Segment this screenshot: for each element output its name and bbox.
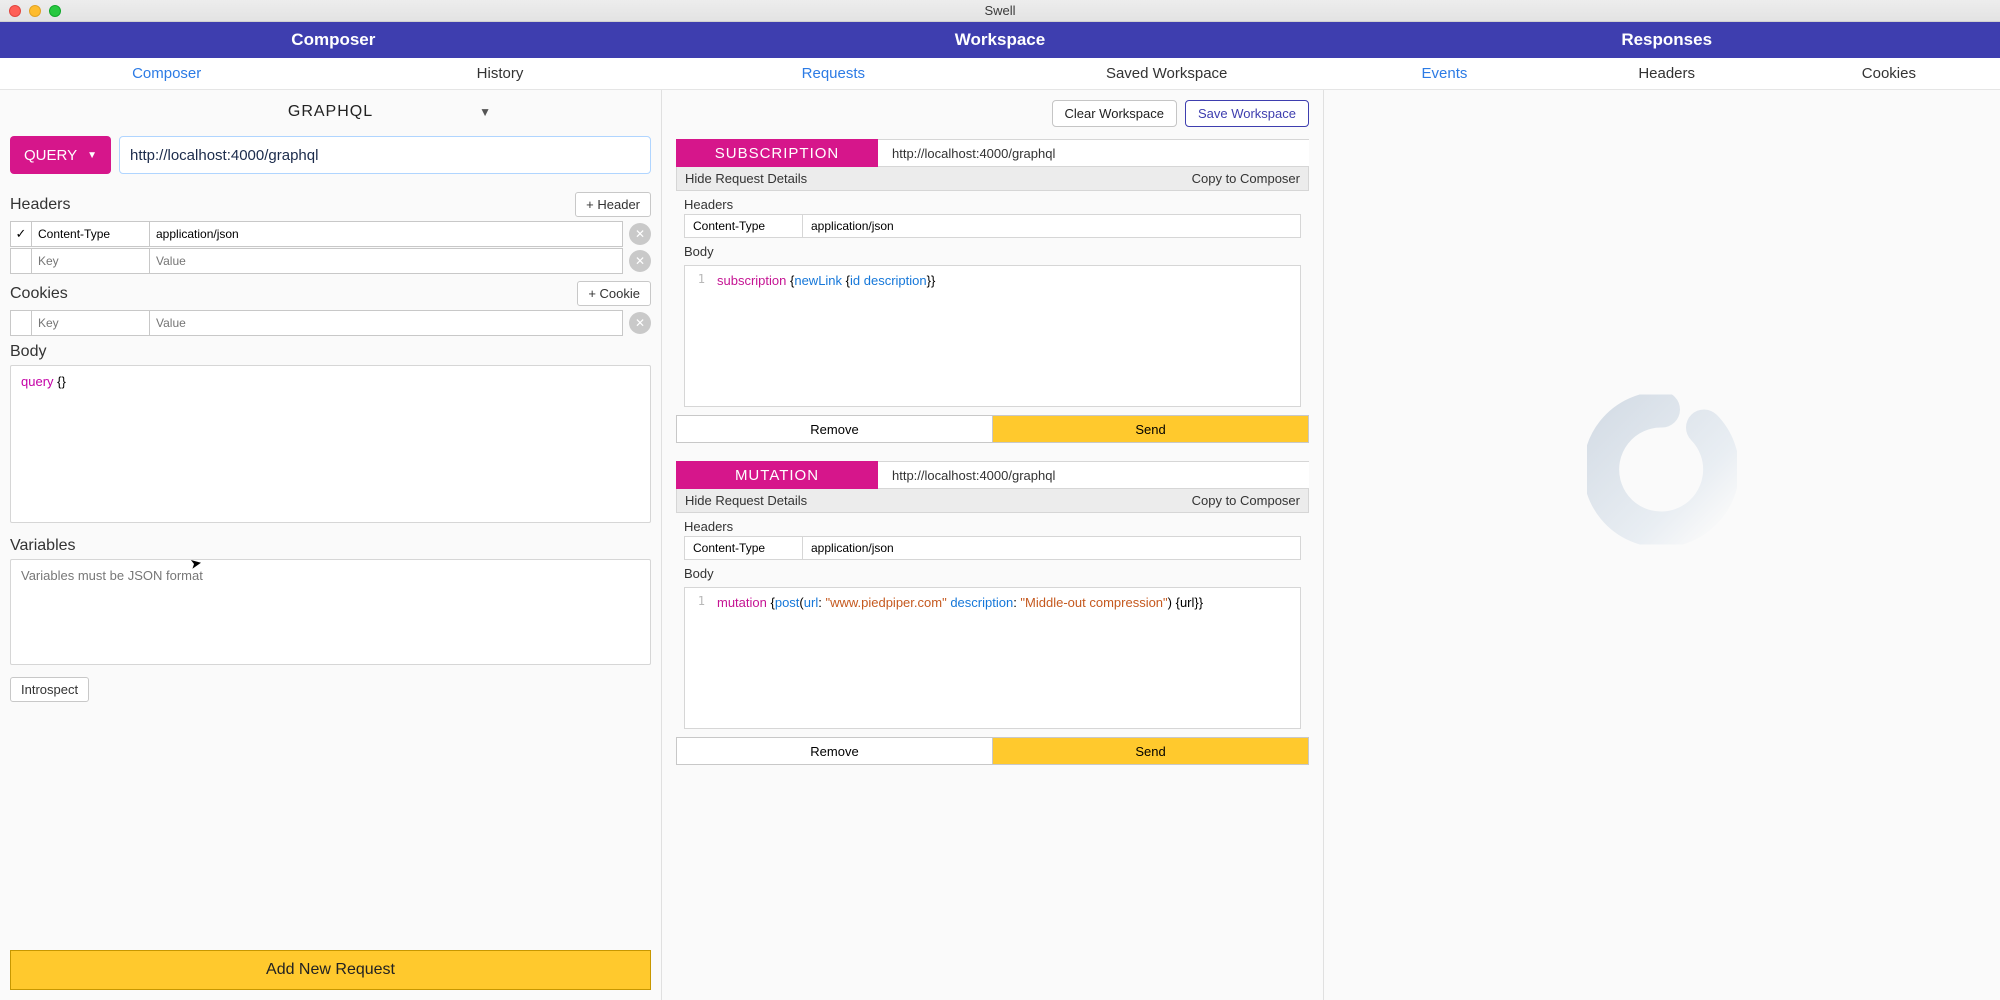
card-body-label: Body	[676, 560, 1309, 583]
delete-header-icon[interactable]: ✕	[629, 250, 651, 272]
protocol-label: GRAPHQL	[10, 103, 651, 121]
cookie-checkbox[interactable]	[10, 310, 32, 336]
card-body-code[interactable]: 1 subscription {newLink {id description}…	[684, 265, 1301, 407]
header-value[interactable]: application/json	[150, 221, 623, 247]
tab-events[interactable]: Events	[1333, 58, 1555, 89]
cookies-section-label: Cookies	[10, 285, 68, 303]
add-cookie-button[interactable]: + Cookie	[577, 281, 651, 306]
cookie-key-input[interactable]	[32, 310, 150, 336]
topbar-responses-label: Responses	[1333, 22, 2000, 58]
titlebar: Swell	[0, 0, 2000, 22]
add-new-request-button[interactable]: Add New Request	[10, 950, 651, 990]
copy-to-composer[interactable]: Copy to Composer	[1192, 171, 1300, 186]
variables-section-label: Variables	[10, 537, 76, 555]
save-workspace-button[interactable]: Save Workspace	[1185, 100, 1309, 127]
tab-history[interactable]: History	[333, 58, 666, 89]
cookie-value-input[interactable]	[150, 310, 623, 336]
add-header-button[interactable]: + Header	[575, 192, 651, 217]
variables-editor[interactable]: Variables must be JSON format	[10, 559, 651, 665]
request-url: http://localhost:4000/graphql	[878, 468, 1309, 483]
topbar-composer-label: Composer	[0, 22, 667, 58]
loading-spinner-icon	[1587, 395, 1737, 550]
card-header-row: Content-Type application/json	[684, 536, 1301, 560]
card-body-code[interactable]: 1 mutation {post(url: "www.piedpiper.com…	[684, 587, 1301, 729]
clear-workspace-button[interactable]: Clear Workspace	[1052, 100, 1177, 127]
card-headers-label: Headers	[676, 513, 1309, 536]
responses-panel	[1324, 90, 2000, 1000]
fullscreen-window-icon[interactable]	[49, 5, 61, 17]
method-label: QUERY	[24, 147, 77, 164]
remove-request-button[interactable]: Remove	[676, 415, 993, 443]
card-body-label: Body	[676, 238, 1309, 261]
request-url: http://localhost:4000/graphql	[878, 146, 1309, 161]
header-row: ✓ Content-Type application/json ✕	[10, 221, 651, 247]
header-checkbox[interactable]	[10, 248, 32, 274]
top-section-bar: Composer Workspace Responses	[0, 22, 2000, 58]
topbar-workspace-label: Workspace	[667, 22, 1334, 58]
copy-to-composer[interactable]: Copy to Composer	[1192, 493, 1300, 508]
tab-response-headers[interactable]: Headers	[1556, 58, 1778, 89]
window-title: Swell	[0, 3, 2000, 18]
header-value-input[interactable]	[150, 248, 623, 274]
chevron-down-icon: ▼	[479, 105, 491, 119]
request-card-subscription: SUBSCRIPTION http://localhost:4000/graph…	[676, 139, 1309, 443]
request-type-badge: MUTATION	[676, 461, 878, 489]
tab-composer[interactable]: Composer	[0, 58, 333, 89]
hide-request-details[interactable]: Hide Request Details	[685, 493, 807, 508]
send-request-button[interactable]: Send	[993, 737, 1309, 765]
composer-panel: GRAPHQL ▼ QUERY ▼ Headers + Header ✓ Con…	[0, 90, 662, 1000]
card-header-row: Content-Type application/json	[684, 214, 1301, 238]
header-row-empty: ✕	[10, 248, 651, 274]
remove-request-button[interactable]: Remove	[676, 737, 993, 765]
card-headers-label: Headers	[676, 191, 1309, 214]
cookie-row-empty: ✕	[10, 310, 651, 336]
caret-down-icon: ▼	[87, 150, 97, 161]
header-key-input[interactable]	[32, 248, 150, 274]
header-checkbox[interactable]: ✓	[10, 221, 32, 247]
body-section-label: Body	[10, 343, 46, 361]
delete-header-icon[interactable]: ✕	[629, 223, 651, 245]
close-window-icon[interactable]	[9, 5, 21, 17]
line-gutter: 1	[685, 266, 713, 406]
protocol-selector[interactable]: GRAPHQL ▼	[10, 92, 651, 132]
delete-cookie-icon[interactable]: ✕	[629, 312, 651, 334]
tab-response-cookies[interactable]: Cookies	[1778, 58, 2000, 89]
url-input[interactable]	[119, 136, 651, 174]
send-request-button[interactable]: Send	[993, 415, 1309, 443]
tab-saved-workspace[interactable]: Saved Workspace	[1000, 58, 1333, 89]
minimize-window-icon[interactable]	[29, 5, 41, 17]
body-editor[interactable]: query {}	[10, 365, 651, 523]
workspace-panel: Clear Workspace Save Workspace SUBSCRIPT…	[662, 90, 1324, 1000]
sub-nav: Composer History Requests Saved Workspac…	[0, 58, 2000, 90]
introspect-button[interactable]: Introspect	[10, 677, 89, 702]
method-dropdown[interactable]: QUERY ▼	[10, 136, 111, 174]
header-key[interactable]: Content-Type	[32, 221, 150, 247]
line-gutter: 1	[685, 588, 713, 728]
request-type-badge: SUBSCRIPTION	[676, 139, 878, 167]
request-card-mutation: MUTATION http://localhost:4000/graphql H…	[676, 461, 1309, 765]
hide-request-details[interactable]: Hide Request Details	[685, 171, 807, 186]
headers-section-label: Headers	[10, 196, 70, 214]
tab-requests[interactable]: Requests	[667, 58, 1000, 89]
